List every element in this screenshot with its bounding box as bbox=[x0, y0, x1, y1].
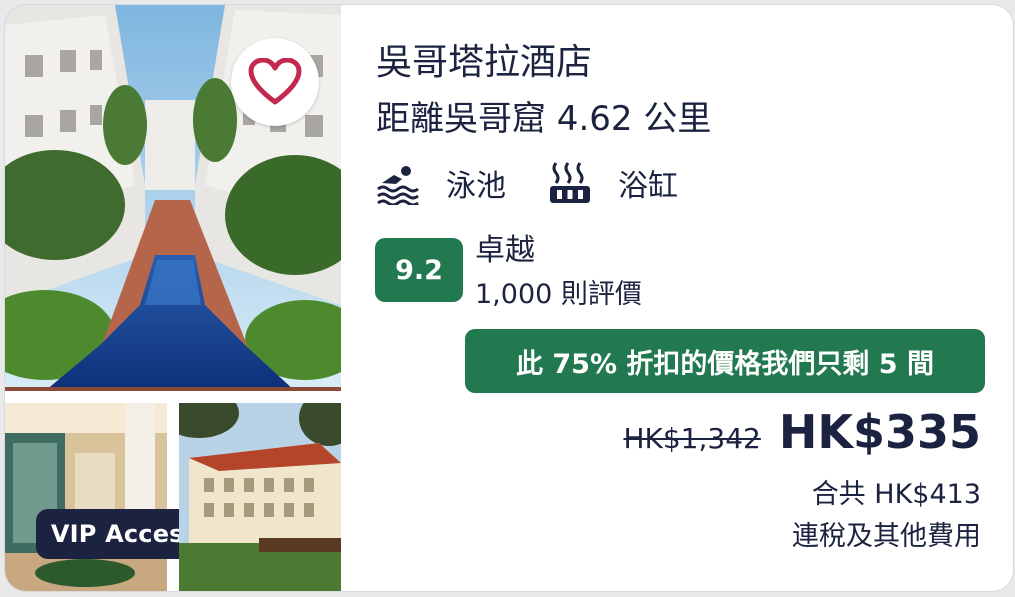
amenity-pool: 泳池 bbox=[376, 161, 506, 205]
favorite-button[interactable] bbox=[231, 38, 319, 126]
current-price: HK$335 bbox=[778, 405, 981, 459]
hotel-lobby-photo[interactable] bbox=[5, 403, 167, 591]
hot-tub-icon bbox=[550, 162, 590, 203]
price-row: HK$1,342 HK$335 bbox=[623, 405, 981, 459]
taxes-note: 連稅及其他費用 bbox=[792, 521, 981, 552]
heart-icon bbox=[248, 58, 302, 105]
amenity-hot-tub-label: 浴缸 bbox=[618, 169, 678, 204]
deal-banner: 此 75% 折扣的價格我們只剩 5 間 bbox=[465, 329, 985, 393]
original-price: HK$1,342 bbox=[623, 422, 761, 455]
distance-text: 距離吳哥窟 4.62 公里 bbox=[376, 99, 712, 139]
rating-word: 卓越 bbox=[475, 233, 535, 268]
hotel-exterior-photo[interactable] bbox=[179, 403, 341, 591]
hotel-card[interactable]: VIP Access 吳哥塔拉酒店 距離吳哥窟 4.62 公里 泳池 浴缸 9.… bbox=[4, 4, 1014, 592]
pool-icon bbox=[377, 166, 419, 205]
amenity-hot-tub: 浴缸 bbox=[548, 161, 678, 205]
amenity-pool-label: 泳池 bbox=[446, 169, 506, 204]
hotel-name[interactable]: 吳哥塔拉酒店 bbox=[376, 41, 592, 85]
rating-score-badge: 9.2 bbox=[375, 238, 463, 302]
review-count[interactable]: 1,000 則評價 bbox=[475, 277, 642, 313]
total-price: 合共 HK$413 bbox=[811, 479, 981, 510]
